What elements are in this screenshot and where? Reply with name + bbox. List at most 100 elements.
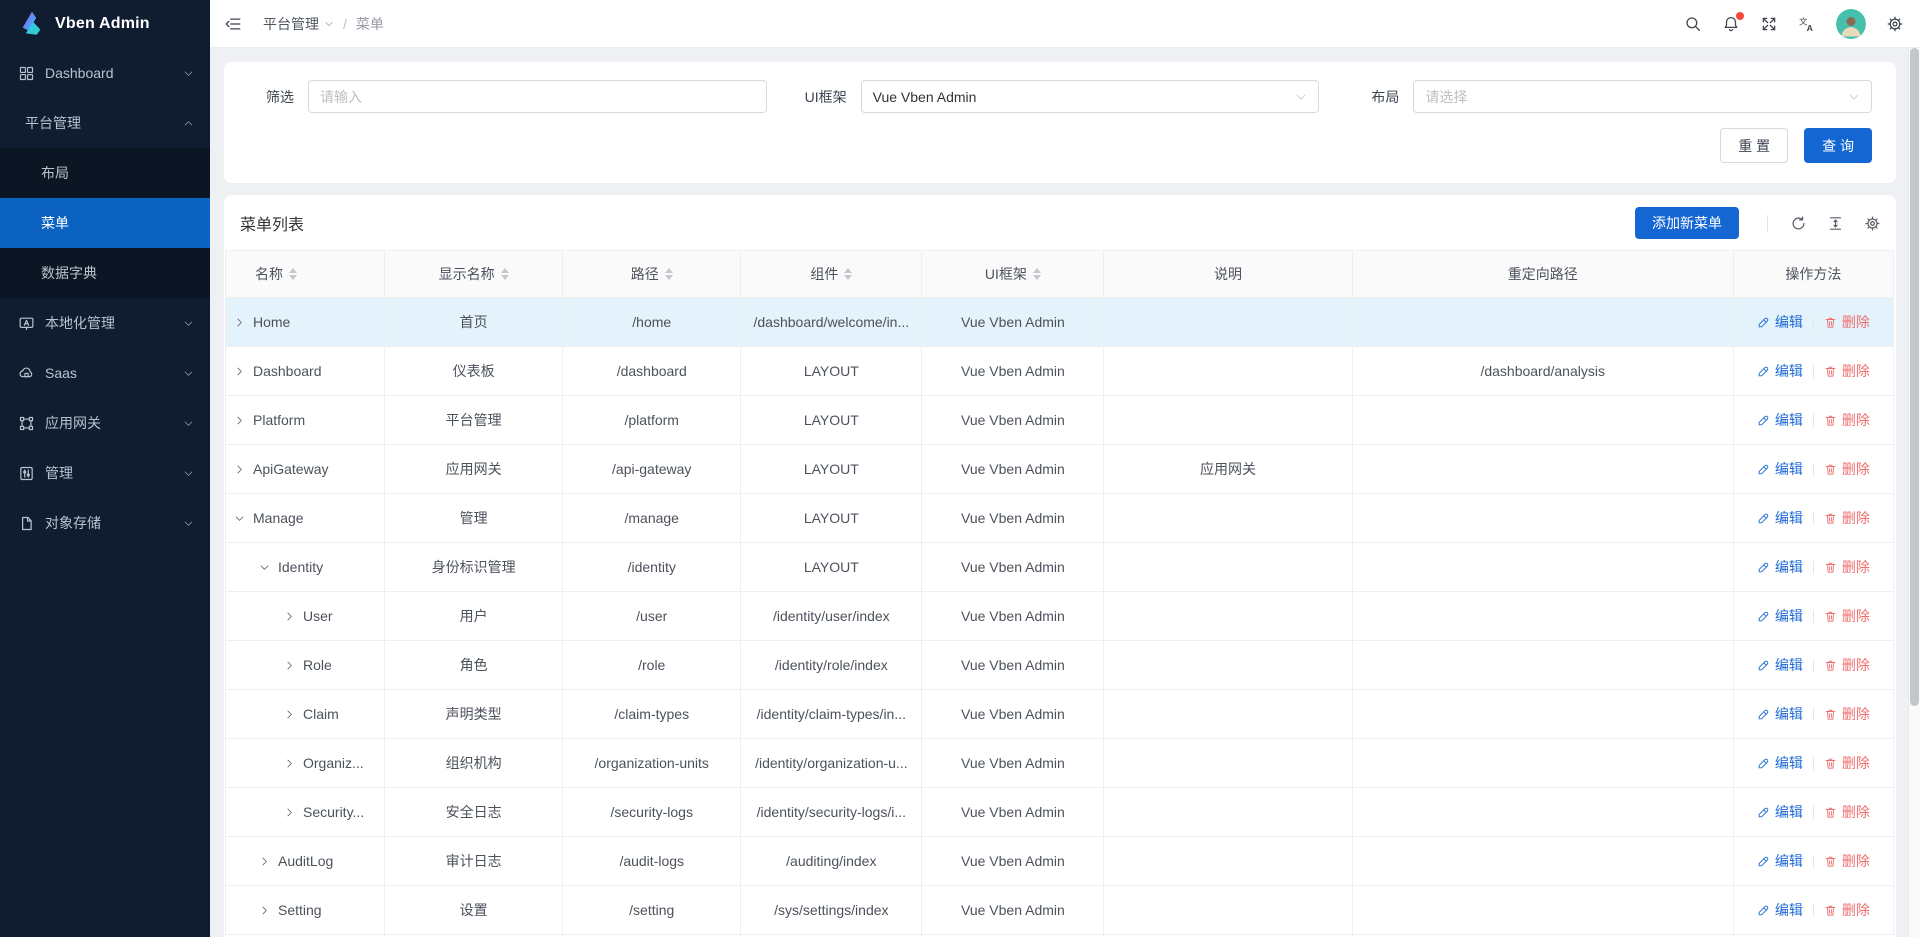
query-button[interactable]: 查 询 <box>1804 128 1872 163</box>
table-row-auditlog[interactable]: AuditLog审计日志/audit-logs/auditing/indexVu… <box>226 837 1894 886</box>
delete-button[interactable]: 删除 <box>1824 851 1870 871</box>
notification-dot <box>1736 12 1744 20</box>
delete-button[interactable]: 删除 <box>1824 900 1870 920</box>
ui_framework-cell: Vue Vben Admin <box>922 543 1104 592</box>
edit-button[interactable]: 编辑 <box>1757 557 1803 577</box>
column-header-path[interactable]: 路径 <box>563 251 741 298</box>
table-row-organiz-[interactable]: Organiz...组织机构/organization-units/identi… <box>226 739 1894 788</box>
column-header-name[interactable]: 名称 <box>226 251 385 298</box>
search-icon[interactable] <box>1684 15 1702 33</box>
table-row-dashboard[interactable]: Dashboard仪表板/dashboardLAYOUTVue Vben Adm… <box>226 347 1894 396</box>
delete-button[interactable]: 删除 <box>1824 802 1870 822</box>
delete-button[interactable]: 删除 <box>1824 606 1870 626</box>
table-row-setting[interactable]: Setting设置/setting/sys/settings/indexVue … <box>226 886 1894 935</box>
table-row-apigateway[interactable]: ApiGateway应用网关/api-gatewayLAYOUTVue Vben… <box>226 445 1894 494</box>
collapse-sidebar-icon[interactable] <box>224 15 242 33</box>
expand-row-icon[interactable] <box>234 415 245 426</box>
component-cell: /auditing/index <box>741 837 922 886</box>
expand-row-icon[interactable] <box>234 464 245 475</box>
sidebar-item-平台管理[interactable]: 平台管理 <box>0 98 210 148</box>
sidebar-item-本地化管理[interactable]: 本地化管理 <box>0 298 210 348</box>
expand-row-icon[interactable] <box>259 856 270 867</box>
filter-keyword-input[interactable] <box>308 80 767 113</box>
sort-carets-icon[interactable] <box>289 268 297 280</box>
delete-button[interactable]: 删除 <box>1824 753 1870 773</box>
scrollbar-thumb[interactable] <box>1910 48 1919 706</box>
edit-button[interactable]: 编辑 <box>1757 851 1803 871</box>
path-cell: /setting <box>563 886 741 935</box>
notification-icon[interactable] <box>1722 15 1740 33</box>
column-header-ui_framework[interactable]: UI框架 <box>922 251 1104 298</box>
breadcrumb-root[interactable]: 平台管理 <box>263 14 334 34</box>
edit-button[interactable]: 编辑 <box>1757 410 1803 430</box>
edit-button[interactable]: 编辑 <box>1757 900 1803 920</box>
sidebar-item-对象存储[interactable]: 对象存储 <box>0 498 210 548</box>
name-cell: Identity <box>226 543 385 592</box>
edit-button[interactable]: 编辑 <box>1757 361 1803 381</box>
sort-carets-icon[interactable] <box>665 268 673 280</box>
column-settings-icon[interactable] <box>1864 215 1881 232</box>
sidebar-item-label: 对象存储 <box>45 513 183 533</box>
sidebar-item-管理[interactable]: 管理 <box>0 448 210 498</box>
delete-button[interactable]: 删除 <box>1824 655 1870 675</box>
edit-button[interactable]: 编辑 <box>1757 459 1803 479</box>
edit-button[interactable]: 编辑 <box>1757 606 1803 626</box>
expand-row-icon[interactable] <box>284 660 295 671</box>
expand-row-icon[interactable] <box>284 758 295 769</box>
table-row-manage[interactable]: Manage管理/manageLAYOUTVue Vben Admin编辑删除 <box>226 494 1894 543</box>
delete-button[interactable]: 删除 <box>1824 704 1870 724</box>
edit-button[interactable]: 编辑 <box>1757 508 1803 528</box>
row-height-icon[interactable] <box>1827 215 1844 232</box>
delete-button[interactable]: 删除 <box>1824 361 1870 381</box>
reset-button[interactable]: 重 置 <box>1720 128 1788 163</box>
sort-carets-icon[interactable] <box>501 268 509 280</box>
expand-row-icon[interactable] <box>284 611 295 622</box>
delete-button[interactable]: 删除 <box>1824 508 1870 528</box>
sidebar-item-saas[interactable]: Saas <box>0 348 210 398</box>
edit-button[interactable]: 编辑 <box>1757 312 1803 332</box>
ui-framework-select[interactable]: Vue Vben Admin <box>861 80 1320 113</box>
collapse-row-icon[interactable] <box>234 513 245 524</box>
expand-row-icon[interactable] <box>284 709 295 720</box>
collapse-row-icon[interactable] <box>259 562 270 573</box>
column-header-component[interactable]: 组件 <box>741 251 922 298</box>
sidebar-item-dashboard[interactable]: Dashboard <box>0 48 210 98</box>
delete-button[interactable]: 删除 <box>1824 312 1870 332</box>
sort-carets-icon[interactable] <box>1033 268 1041 280</box>
fullscreen-icon[interactable] <box>1760 15 1778 33</box>
table-row-identity[interactable]: Identity身份标识管理/identityLAYOUTVue Vben Ad… <box>226 543 1894 592</box>
delete-button[interactable]: 删除 <box>1824 459 1870 479</box>
column-header-display_name[interactable]: 显示名称 <box>385 251 563 298</box>
expand-row-icon[interactable] <box>234 366 245 377</box>
vertical-scrollbar[interactable] <box>1908 48 1920 937</box>
expand-row-icon[interactable] <box>284 807 295 818</box>
edit-button[interactable]: 编辑 <box>1757 802 1803 822</box>
row-name: Setting <box>278 902 322 918</box>
settings-icon[interactable] <box>1886 15 1904 33</box>
language-icon[interactable]: 文A <box>1798 15 1816 33</box>
sidebar-item-布局[interactable]: 布局 <box>0 148 210 198</box>
layout-select[interactable]: 请选择 <box>1413 80 1872 113</box>
sidebar-item-应用网关[interactable]: 应用网关 <box>0 398 210 448</box>
table-row-platform[interactable]: Platform平台管理/platformLAYOUTVue Vben Admi… <box>226 396 1894 445</box>
expand-row-icon[interactable] <box>234 317 245 328</box>
delete-button[interactable]: 删除 <box>1824 557 1870 577</box>
table-row-claim[interactable]: Claim声明类型/claim-types/identity/claim-typ… <box>226 690 1894 739</box>
edit-button[interactable]: 编辑 <box>1757 655 1803 675</box>
edit-button[interactable]: 编辑 <box>1757 704 1803 724</box>
edit-button[interactable]: 编辑 <box>1757 753 1803 773</box>
delete-button[interactable]: 删除 <box>1824 410 1870 430</box>
table-row-role[interactable]: Role角色/role/identity/role/indexVue Vben … <box>226 641 1894 690</box>
expand-row-icon[interactable] <box>259 905 270 916</box>
avatar[interactable] <box>1836 9 1866 39</box>
sidebar-item-菜单[interactable]: 菜单 <box>0 198 210 248</box>
add-menu-button[interactable]: 添加新菜单 <box>1635 207 1739 239</box>
logo[interactable]: Vben Admin <box>0 0 210 48</box>
sidebar-item-数据字典[interactable]: 数据字典 <box>0 248 210 298</box>
table-row-user[interactable]: User用户/user/identity/user/indexVue Vben … <box>226 592 1894 641</box>
filter-card: 筛选 UI框架 Vue Vben Admin 布局 请选择 <box>224 62 1896 183</box>
sort-carets-icon[interactable] <box>844 268 852 280</box>
refresh-icon[interactable] <box>1790 215 1807 232</box>
table-row-home[interactable]: Home首页/home/dashboard/welcome/in...Vue V… <box>226 298 1894 347</box>
table-row-security-[interactable]: Security...安全日志/security-logs/identity/s… <box>226 788 1894 837</box>
